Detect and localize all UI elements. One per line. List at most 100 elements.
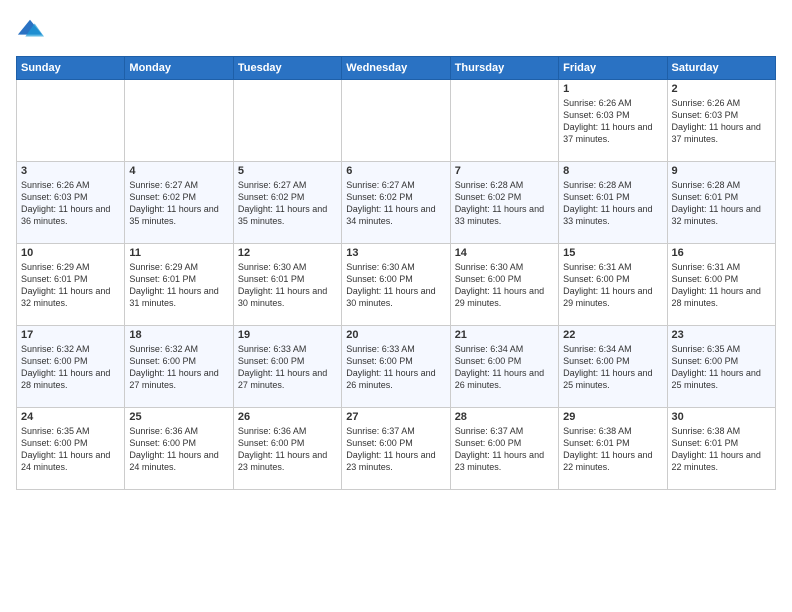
day-info: Sunrise: 6:37 AM Sunset: 6:00 PM Dayligh… — [346, 425, 445, 474]
calendar-cell — [233, 80, 341, 162]
day-number: 11 — [129, 247, 228, 259]
day-number: 14 — [455, 247, 554, 259]
calendar-cell: 20 Sunrise: 6:33 AM Sunset: 6:00 PM Dayli… — [342, 326, 450, 408]
day-header-thursday: Thursday — [450, 57, 558, 80]
calendar-cell: 13 Sunrise: 6:30 AM Sunset: 6:00 PM Dayli… — [342, 244, 450, 326]
day-number: 1 — [563, 83, 662, 95]
day-number: 10 — [21, 247, 120, 259]
day-info: Sunrise: 6:31 AM Sunset: 6:00 PM Dayligh… — [563, 261, 662, 310]
day-info: Sunrise: 6:35 AM Sunset: 6:00 PM Dayligh… — [21, 425, 120, 474]
day-info: Sunrise: 6:30 AM Sunset: 6:01 PM Dayligh… — [238, 261, 337, 310]
day-header-saturday: Saturday — [667, 57, 775, 80]
day-number: 15 — [563, 247, 662, 259]
day-info: Sunrise: 6:34 AM Sunset: 6:00 PM Dayligh… — [455, 343, 554, 392]
day-info: Sunrise: 6:26 AM Sunset: 6:03 PM Dayligh… — [563, 97, 662, 146]
calendar-cell: 27 Sunrise: 6:37 AM Sunset: 6:00 PM Dayli… — [342, 408, 450, 490]
day-number: 24 — [21, 411, 120, 423]
day-number: 30 — [672, 411, 771, 423]
day-header-friday: Friday — [559, 57, 667, 80]
day-info: Sunrise: 6:26 AM Sunset: 6:03 PM Dayligh… — [672, 97, 771, 146]
day-header-wednesday: Wednesday — [342, 57, 450, 80]
day-number: 25 — [129, 411, 228, 423]
calendar-cell: 23Sunrise: 6:35 AM Sunset: 6:00 PM Dayli… — [667, 326, 775, 408]
calendar-table: SundayMondayTuesdayWednesdayThursdayFrid… — [16, 56, 776, 490]
day-number: 20 — [346, 329, 445, 341]
days-header-row: SundayMondayTuesdayWednesdayThursdayFrid… — [17, 57, 776, 80]
day-info: Sunrise: 6:37 AM Sunset: 6:00 PM Dayligh… — [455, 425, 554, 474]
day-number: 5 — [238, 165, 337, 177]
day-number: 3 — [21, 165, 120, 177]
calendar-cell: 17 Sunrise: 6:32 AM Sunset: 6:00 PM Dayli… — [17, 326, 125, 408]
day-info: Sunrise: 6:28 AM Sunset: 6:02 PM Dayligh… — [455, 179, 554, 228]
day-number: 22 — [563, 329, 662, 341]
calendar-cell: 24 Sunrise: 6:35 AM Sunset: 6:00 PM Dayli… — [17, 408, 125, 490]
day-info: Sunrise: 6:27 AM Sunset: 6:02 PM Dayligh… — [238, 179, 337, 228]
day-info: Sunrise: 6:28 AM Sunset: 6:01 PM Dayligh… — [672, 179, 771, 228]
day-info: Sunrise: 6:36 AM Sunset: 6:00 PM Dayligh… — [129, 425, 228, 474]
calendar-week-4: 17 Sunrise: 6:32 AM Sunset: 6:00 PM Dayli… — [17, 326, 776, 408]
calendar-cell: 16 Sunrise: 6:31 AM Sunset: 6:00 PM Dayli… — [667, 244, 775, 326]
calendar-cell: 25 Sunrise: 6:36 AM Sunset: 6:00 PM Dayli… — [125, 408, 233, 490]
calendar-cell: 29Sunrise: 6:38 AM Sunset: 6:01 PM Dayli… — [559, 408, 667, 490]
calendar-cell — [125, 80, 233, 162]
calendar-cell: 14 Sunrise: 6:30 AM Sunset: 6:00 PM Dayli… — [450, 244, 558, 326]
calendar-week-1: 1 Sunrise: 6:26 AM Sunset: 6:03 PM Daylig… — [17, 80, 776, 162]
calendar-cell: 28 Sunrise: 6:37 AM Sunset: 6:00 PM Dayli… — [450, 408, 558, 490]
day-number: 2 — [672, 83, 771, 95]
calendar-cell: 7 Sunrise: 6:28 AM Sunset: 6:02 PM Daylig… — [450, 162, 558, 244]
calendar-cell — [342, 80, 450, 162]
calendar-cell: 3Sunrise: 6:26 AM Sunset: 6:03 PM Daylig… — [17, 162, 125, 244]
day-number: 6 — [346, 165, 445, 177]
day-info: Sunrise: 6:36 AM Sunset: 6:00 PM Dayligh… — [238, 425, 337, 474]
day-info: Sunrise: 6:32 AM Sunset: 6:00 PM Dayligh… — [129, 343, 228, 392]
day-number: 16 — [672, 247, 771, 259]
calendar-cell: 10 Sunrise: 6:29 AM Sunset: 6:01 PM Dayli… — [17, 244, 125, 326]
day-info: Sunrise: 6:35 AM Sunset: 6:00 PM Dayligh… — [672, 343, 771, 392]
calendar-week-2: 3Sunrise: 6:26 AM Sunset: 6:03 PM Daylig… — [17, 162, 776, 244]
day-number: 12 — [238, 247, 337, 259]
calendar-body: 1 Sunrise: 6:26 AM Sunset: 6:03 PM Daylig… — [17, 80, 776, 490]
day-number: 17 — [21, 329, 120, 341]
calendar-cell — [450, 80, 558, 162]
day-number: 21 — [455, 329, 554, 341]
calendar-cell: 2 Sunrise: 6:26 AM Sunset: 6:03 PM Daylig… — [667, 80, 775, 162]
day-number: 13 — [346, 247, 445, 259]
calendar-cell: 6 Sunrise: 6:27 AM Sunset: 6:02 PM Daylig… — [342, 162, 450, 244]
calendar-cell: 15 Sunrise: 6:31 AM Sunset: 6:00 PM Dayli… — [559, 244, 667, 326]
logo — [16, 16, 48, 44]
day-info: Sunrise: 6:33 AM Sunset: 6:00 PM Dayligh… — [346, 343, 445, 392]
calendar-cell — [17, 80, 125, 162]
day-info: Sunrise: 6:28 AM Sunset: 6:01 PM Dayligh… — [563, 179, 662, 228]
day-info: Sunrise: 6:27 AM Sunset: 6:02 PM Dayligh… — [346, 179, 445, 228]
day-info: Sunrise: 6:33 AM Sunset: 6:00 PM Dayligh… — [238, 343, 337, 392]
calendar-week-3: 10 Sunrise: 6:29 AM Sunset: 6:01 PM Dayli… — [17, 244, 776, 326]
day-number: 19 — [238, 329, 337, 341]
day-header-tuesday: Tuesday — [233, 57, 341, 80]
day-number: 7 — [455, 165, 554, 177]
calendar-week-5: 24 Sunrise: 6:35 AM Sunset: 6:00 PM Dayli… — [17, 408, 776, 490]
day-info: Sunrise: 6:32 AM Sunset: 6:00 PM Dayligh… — [21, 343, 120, 392]
calendar-cell: 19 Sunrise: 6:33 AM Sunset: 6:00 PM Dayli… — [233, 326, 341, 408]
calendar-cell: 22 Sunrise: 6:34 AM Sunset: 6:00 PM Dayli… — [559, 326, 667, 408]
day-number: 27 — [346, 411, 445, 423]
logo-icon — [16, 16, 44, 44]
calendar-cell: 9Sunrise: 6:28 AM Sunset: 6:01 PM Daylig… — [667, 162, 775, 244]
day-number: 4 — [129, 165, 228, 177]
calendar-cell: 4Sunrise: 6:27 AM Sunset: 6:02 PM Daylig… — [125, 162, 233, 244]
calendar-cell: 8Sunrise: 6:28 AM Sunset: 6:01 PM Daylig… — [559, 162, 667, 244]
calendar-cell: 12 Sunrise: 6:30 AM Sunset: 6:01 PM Dayli… — [233, 244, 341, 326]
calendar-header: SundayMondayTuesdayWednesdayThursdayFrid… — [17, 57, 776, 80]
day-info: Sunrise: 6:30 AM Sunset: 6:00 PM Dayligh… — [346, 261, 445, 310]
calendar-cell: 11Sunrise: 6:29 AM Sunset: 6:01 PM Dayli… — [125, 244, 233, 326]
day-info: Sunrise: 6:29 AM Sunset: 6:01 PM Dayligh… — [21, 261, 120, 310]
day-header-monday: Monday — [125, 57, 233, 80]
day-info: Sunrise: 6:38 AM Sunset: 6:01 PM Dayligh… — [563, 425, 662, 474]
calendar-cell: 26 Sunrise: 6:36 AM Sunset: 6:00 PM Dayli… — [233, 408, 341, 490]
day-info: Sunrise: 6:31 AM Sunset: 6:00 PM Dayligh… — [672, 261, 771, 310]
calendar-cell: 21 Sunrise: 6:34 AM Sunset: 6:00 PM Dayli… — [450, 326, 558, 408]
day-number: 28 — [455, 411, 554, 423]
day-info: Sunrise: 6:34 AM Sunset: 6:00 PM Dayligh… — [563, 343, 662, 392]
calendar-cell: 1 Sunrise: 6:26 AM Sunset: 6:03 PM Daylig… — [559, 80, 667, 162]
day-info: Sunrise: 6:30 AM Sunset: 6:00 PM Dayligh… — [455, 261, 554, 310]
day-number: 26 — [238, 411, 337, 423]
